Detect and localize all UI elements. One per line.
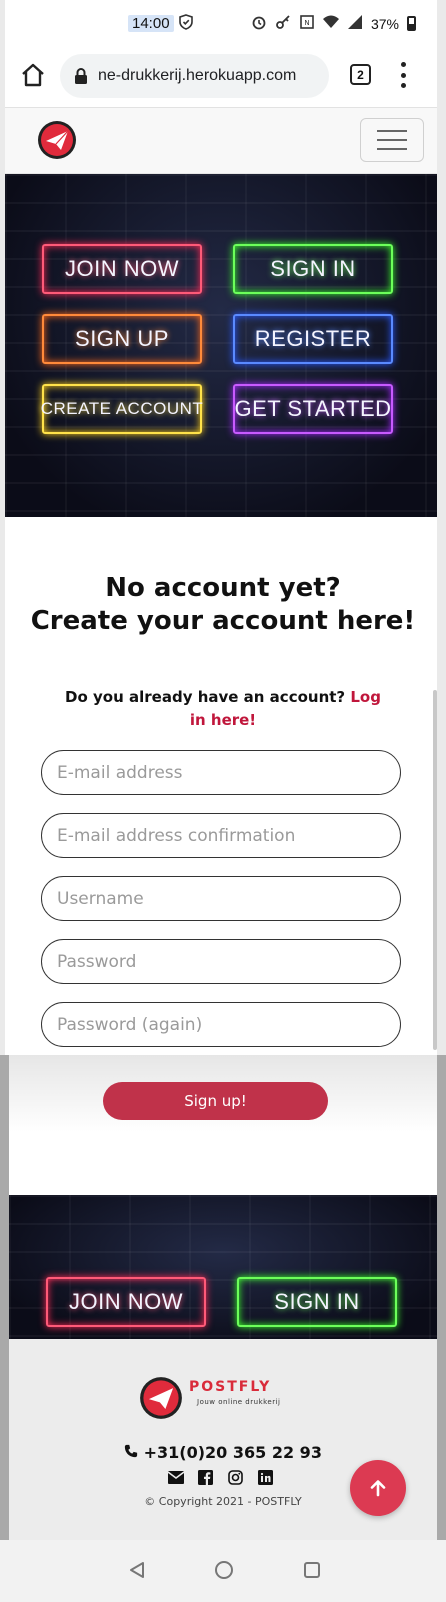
nfc-icon: N	[299, 14, 315, 33]
mail-icon[interactable]	[167, 1469, 184, 1486]
username-input[interactable]	[41, 876, 401, 921]
menu-icon[interactable]	[398, 62, 408, 88]
svg-text:N: N	[304, 19, 309, 27]
home-icon[interactable]	[20, 62, 48, 90]
alarm-icon	[251, 14, 267, 33]
key-icon	[275, 14, 291, 33]
footer-brand: POSTFLY	[189, 1379, 272, 1395]
lock-icon	[72, 67, 90, 85]
phone-icon	[124, 1443, 144, 1462]
neon-footer-banner: JOIN NOW SIGN IN	[9, 1195, 437, 1339]
page-title: No account yet? Create your account here…	[0, 572, 446, 638]
status-icons: N 37%	[251, 14, 416, 33]
neon-create-account: CREATE ACCOUNT	[41, 384, 203, 434]
site-navbar	[5, 108, 437, 174]
submit-area	[9, 1055, 437, 1195]
login-prompt-text: Do you already have an account?	[65, 688, 346, 706]
page-edge-right	[437, 0, 446, 1055]
page-edge-right-lower	[437, 1055, 446, 1540]
shield-icon	[178, 14, 194, 34]
password-again-input[interactable]	[41, 1002, 401, 1047]
browser-toolbar: ne-drukkerij.herokuapp.com 2	[0, 48, 446, 108]
linkedin-icon[interactable]	[257, 1469, 274, 1486]
social-links	[167, 1469, 274, 1486]
page-edge-left-lower	[0, 1055, 9, 1540]
email-confirm-input[interactable]	[41, 813, 401, 858]
facebook-icon[interactable]	[197, 1469, 214, 1486]
scrollbar[interactable]	[433, 690, 437, 1050]
hamburger-icon	[377, 130, 407, 132]
title-line-1: No account yet?	[105, 573, 341, 603]
email-input[interactable]	[41, 750, 401, 795]
home-circle-icon[interactable]	[214, 1560, 236, 1582]
signal-icon	[347, 14, 363, 33]
instagram-icon[interactable]	[227, 1469, 244, 1486]
neon-register: REGISTER	[233, 314, 393, 364]
phone-number: +31(0)20 365 22 93	[143, 1443, 322, 1462]
logo-icon[interactable]	[37, 120, 77, 160]
navbar-toggle-button[interactable]	[360, 118, 424, 162]
neon-sign-up: SIGN UP	[42, 314, 202, 364]
wifi-icon	[322, 15, 339, 32]
neon-sign-in-footer: SIGN IN	[237, 1277, 397, 1327]
battery-icon	[407, 16, 416, 31]
back-icon[interactable]	[127, 1560, 149, 1582]
footer-logo[interactable]: POSTFLY Jouw online drukkerij	[139, 1376, 309, 1420]
address-bar[interactable]: ne-drukkerij.herokuapp.com	[60, 54, 329, 98]
neon-join-now-footer: JOIN NOW	[46, 1277, 206, 1327]
login-prompt: Do you already have an account? Log in h…	[60, 686, 386, 732]
tab-switcher-button[interactable]: 2	[350, 64, 371, 85]
neon-join-now: JOIN NOW	[42, 244, 202, 294]
footer-tagline: Jouw online drukkerij	[197, 1398, 281, 1406]
status-time: 14:00	[128, 15, 174, 32]
neon-get-started: GET STARTED	[233, 384, 393, 434]
footer-logo-icon	[140, 1377, 182, 1419]
password-input[interactable]	[41, 939, 401, 984]
neon-sign-in: SIGN IN	[233, 244, 393, 294]
arrow-up-icon	[370, 1480, 386, 1497]
signup-submit-button[interactable]: Sign up!	[103, 1082, 328, 1120]
android-nav-bar	[0, 1540, 446, 1602]
url-text: ne-drukkerij.herokuapp.com	[98, 67, 297, 84]
status-bar: 14:00 N 37%	[0, 0, 446, 48]
back-to-top-button[interactable]	[350, 1460, 406, 1516]
title-line-2: Create your account here!	[30, 606, 416, 636]
neon-hero-banner: JOIN NOW SIGN IN SIGN UP REGISTER CREATE…	[5, 174, 437, 517]
battery-text: 37%	[370, 15, 399, 32]
recents-icon[interactable]	[302, 1560, 324, 1582]
